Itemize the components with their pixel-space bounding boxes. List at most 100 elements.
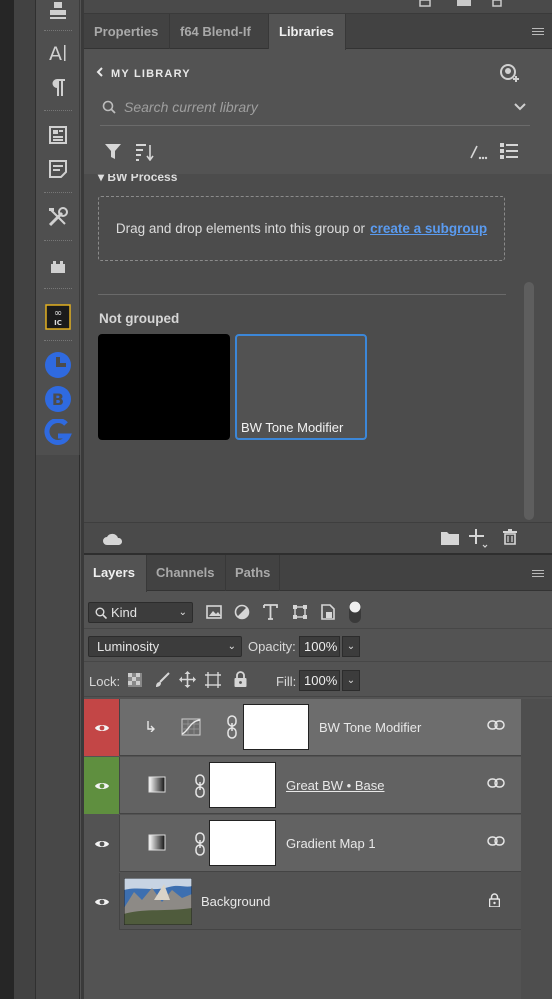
layer-mask-thumbnail[interactable] — [243, 704, 309, 750]
character-icon[interactable]: A — [36, 38, 80, 68]
tab-libraries[interactable]: Libraries — [269, 14, 346, 50]
layer-name[interactable]: Gradient Map 1 — [286, 836, 376, 851]
layer-name[interactable]: Background — [201, 894, 270, 909]
blend-mode-select[interactable]: Luminosity ⌄ — [88, 636, 242, 657]
group-dropzone[interactable]: Drag and drop elements into this group o… — [98, 196, 505, 261]
separator — [44, 240, 72, 243]
layer-row[interactable]: Background — [84, 873, 521, 930]
chain-link-icon[interactable] — [195, 774, 205, 798]
layer-row[interactable]: BW Tone Modifier — [84, 699, 521, 756]
list-view-icon[interactable] — [500, 142, 518, 160]
edit-name-icon[interactable] — [470, 144, 488, 160]
layer-mask-thumbnail[interactable] — [209, 762, 276, 808]
pixel-filter-icon[interactable] — [206, 605, 222, 619]
chevron-down-icon[interactable] — [514, 103, 526, 111]
lock-icon[interactable] — [489, 893, 500, 907]
lock-all-icon[interactable] — [234, 671, 247, 687]
library-scrollbar[interactable] — [524, 282, 534, 520]
filter-kind-select[interactable]: Kind ⌄ — [88, 602, 193, 623]
fill-dropdown[interactable]: ⌄ — [342, 670, 360, 691]
camera-icon[interactable] — [456, 0, 472, 8]
separator — [44, 30, 72, 33]
library-footer — [84, 522, 552, 553]
opacity-value: 100% — [304, 639, 338, 654]
paragraph-icon[interactable] — [36, 72, 80, 102]
svg-text:IC: IC — [54, 319, 62, 327]
fill-input[interactable]: 100% ⌄ — [299, 670, 360, 691]
invite-people-icon[interactable] — [499, 64, 521, 84]
folder-icon[interactable] — [441, 531, 459, 545]
library-asset-bw-tone-modifier[interactable]: BW Tone Modifier — [235, 334, 367, 440]
visibility-eye-icon[interactable] — [84, 757, 120, 814]
chain-link-icon[interactable] — [195, 832, 205, 856]
tab-properties[interactable]: Properties — [84, 14, 170, 49]
layers-tab-bar: Layers Channels Paths — [84, 555, 552, 592]
layer-name[interactable]: Great BW • Base — [286, 778, 384, 793]
stamp-icon[interactable] — [36, 0, 80, 22]
clipping-arrow-icon — [147, 721, 155, 732]
lock-artboard-icon[interactable] — [205, 672, 221, 688]
lock-pixels-icon[interactable] — [154, 672, 170, 688]
chevron-down-icon: ▾ — [98, 174, 108, 184]
opacity-input[interactable]: 100% ⌄ — [299, 636, 360, 657]
divider — [98, 294, 506, 295]
opacity-label: Opacity: — [248, 639, 296, 654]
libraries-panel: Properties f64 Blend-If Libraries MY LIB… — [84, 0, 552, 553]
filter-toggle[interactable] — [348, 600, 362, 624]
search-placeholder: Search current library — [124, 99, 258, 115]
layer-mask-thumbnail[interactable] — [209, 820, 276, 866]
trash-icon[interactable] — [490, 0, 504, 8]
new-layer-icon[interactable] — [418, 0, 432, 8]
dropzone-text: Drag and drop elements into this group o… — [115, 221, 366, 236]
layer-name[interactable]: BW Tone Modifier — [319, 720, 421, 735]
notes-icon[interactable] — [36, 154, 80, 184]
background-image-thumbnail[interactable] — [124, 878, 192, 925]
tab-channels[interactable]: Channels — [147, 555, 226, 591]
panel-menu-icon[interactable] — [532, 26, 544, 37]
tools-icon[interactable] — [36, 202, 80, 232]
library-view-toolbar — [84, 136, 552, 174]
visibility-eye-icon[interactable] — [84, 699, 120, 756]
trash-icon[interactable] — [503, 529, 517, 545]
chain-link-icon[interactable] — [227, 715, 237, 739]
type-filter-icon[interactable] — [263, 604, 278, 620]
create-subgroup-link[interactable]: create a subgroup — [370, 221, 487, 236]
filter-icon[interactable] — [105, 144, 121, 159]
library-search[interactable]: Search current library — [100, 96, 530, 126]
curves-adjustment-icon — [181, 718, 201, 736]
sort-icon[interactable] — [135, 143, 155, 161]
lock-transparent-icon[interactable] — [128, 673, 142, 687]
cloud-icon[interactable] — [102, 533, 124, 546]
panel-menu-icon[interactable] — [532, 568, 544, 579]
library-asset-black[interactable] — [98, 334, 230, 440]
tab-layers[interactable]: Layers — [84, 555, 147, 592]
tab-f64-blend-if[interactable]: f64 Blend-If — [170, 14, 269, 49]
adjustment-filter-icon[interactable] — [234, 604, 250, 620]
lock-position-icon[interactable] — [179, 671, 196, 688]
layers-scrollbar-track[interactable] — [521, 699, 552, 999]
lock-row: Lock: Fill: 100% ⌄ — [84, 663, 552, 697]
library-link-icon — [487, 778, 505, 788]
infinite-color-icon[interactable]: ∞ IC — [36, 302, 80, 332]
group-header[interactable]: ▾ BW Process — [98, 174, 177, 184]
blue-s-icon[interactable] — [36, 418, 80, 448]
visibility-eye-icon[interactable] — [84, 815, 120, 872]
article-icon[interactable] — [36, 120, 80, 150]
tab-paths[interactable]: Paths — [226, 555, 280, 591]
separator — [44, 110, 72, 113]
gradient-map-icon — [148, 776, 166, 793]
blue-c-icon[interactable] — [36, 350, 80, 380]
plugin-icon[interactable] — [36, 252, 80, 282]
layer-row[interactable]: Great BW • Base — [84, 757, 521, 814]
visibility-eye-icon[interactable] — [84, 873, 120, 930]
panel-dock: A ∞ IC B — [36, 0, 80, 999]
separator — [44, 288, 72, 291]
opacity-dropdown[interactable]: ⌄ — [342, 636, 360, 657]
add-icon[interactable] — [468, 528, 488, 548]
smart-object-filter-icon[interactable] — [321, 604, 335, 620]
shape-filter-icon[interactable] — [292, 604, 308, 620]
libraries-tab-bar: Properties f64 Blend-If Libraries — [84, 14, 552, 50]
layer-row[interactable]: Gradient Map 1 — [84, 815, 521, 872]
library-selector[interactable]: MY LIBRARY — [96, 67, 191, 80]
blue-b-icon[interactable]: B — [36, 384, 80, 414]
